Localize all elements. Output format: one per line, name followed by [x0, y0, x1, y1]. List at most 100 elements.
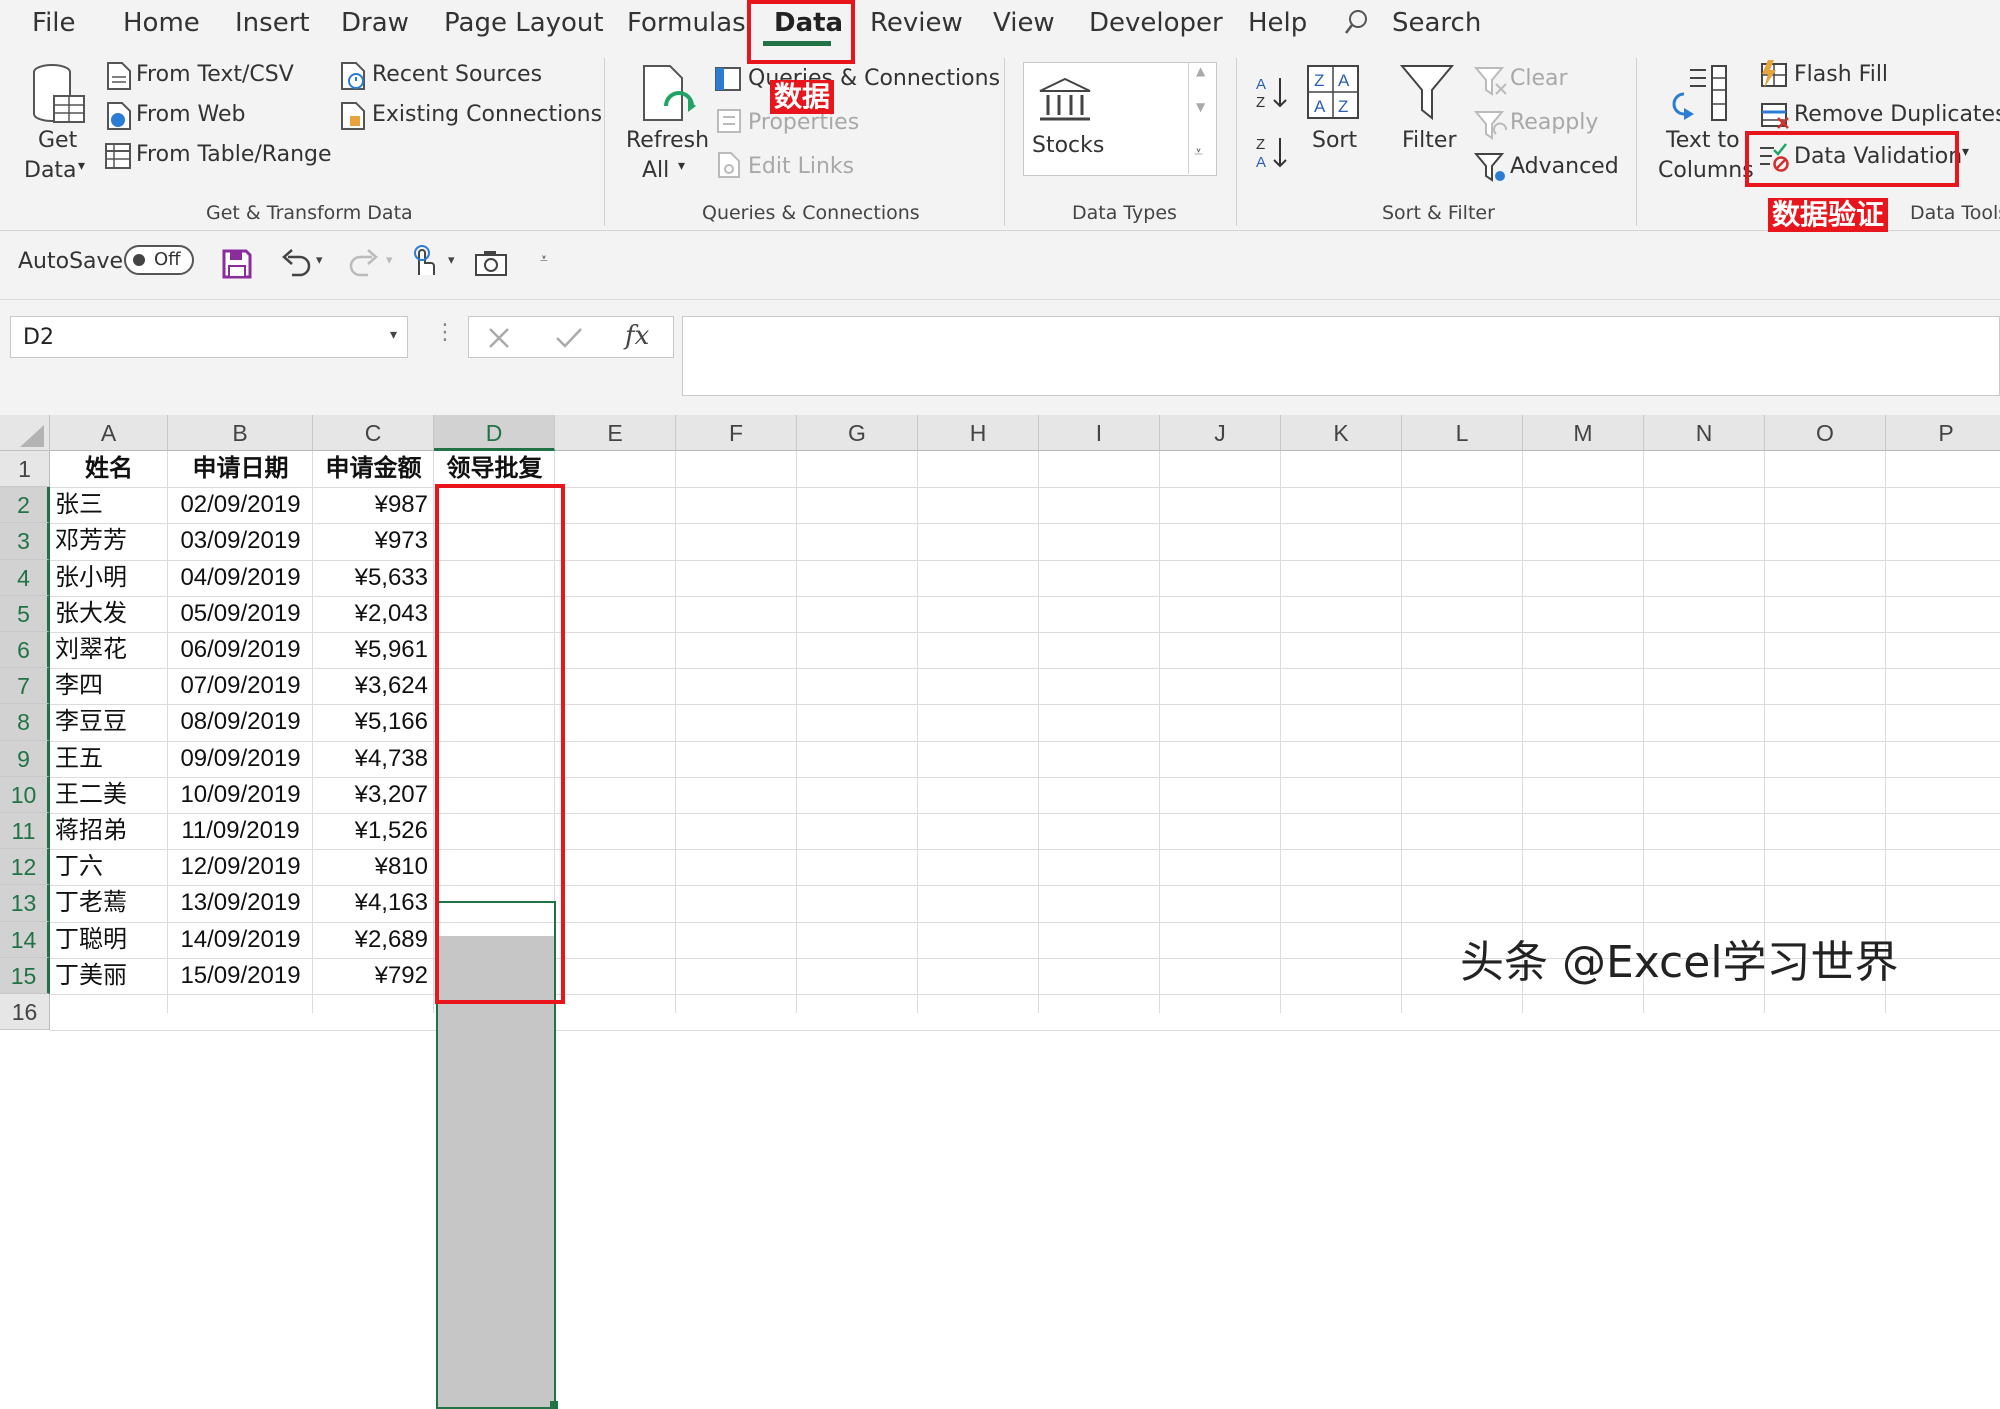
autosave-toggle[interactable]: Off — [124, 245, 194, 275]
date-cell[interactable]: 08/09/2019 — [168, 704, 313, 740]
date-cell[interactable]: 03/09/2019 — [168, 523, 313, 559]
get-data-label-1[interactable]: Get — [38, 128, 77, 153]
worksheet-grid[interactable]: ABCDEFGHIJKLMNOP 1 2 3 4 5 6 7 8 9 10 11 12 13 14 15 16… — [0, 415, 2000, 1409]
column-header-i[interactable]: I — [1039, 415, 1160, 451]
tab-formulas[interactable]: Formulas — [627, 8, 746, 38]
search-icon[interactable] — [1345, 8, 1369, 38]
text-to-columns-label-1[interactable]: Text to — [1666, 128, 1740, 153]
column-header-k[interactable]: K — [1281, 415, 1402, 451]
column-header-e[interactable]: E — [555, 415, 676, 451]
touch-dropdown-icon[interactable]: ▾ — [448, 253, 455, 268]
data-validation-dropdown-icon[interactable]: ▾ — [1962, 144, 1969, 160]
undo-dropdown-icon[interactable]: ▾ — [316, 253, 323, 268]
tab-file[interactable]: File — [32, 8, 76, 38]
amount-cell[interactable]: ¥1,526 — [313, 813, 434, 849]
name-cell[interactable]: 丁美丽 — [50, 958, 168, 994]
row-header-5[interactable]: 5 — [0, 595, 50, 632]
tab-home[interactable]: Home — [123, 8, 200, 38]
name-cell[interactable]: 蒋招弟 — [50, 813, 168, 849]
reapply-button[interactable]: Reapply — [1510, 110, 1598, 135]
row-header-4[interactable]: 4 — [0, 559, 50, 596]
scroll-up-icon[interactable]: ▲ — [1196, 64, 1205, 78]
refresh-all-dropdown-icon[interactable]: ▾ — [678, 158, 685, 174]
date-cell[interactable]: 02/09/2019 — [168, 487, 313, 523]
date-cell[interactable]: 05/09/2019 — [168, 596, 313, 632]
date-cell[interactable]: 14/09/2019 — [168, 922, 313, 958]
amount-cell[interactable]: ¥5,961 — [313, 632, 434, 668]
row-header-2[interactable]: 2 — [0, 487, 50, 524]
name-cell[interactable]: 李四 — [50, 668, 168, 704]
header-cell[interactable]: 姓名 — [50, 451, 168, 487]
refresh-all-label-1[interactable]: Refresh — [626, 128, 709, 153]
column-header-b[interactable]: B — [168, 415, 313, 451]
from-text-csv-button[interactable]: From Text/CSV — [136, 62, 294, 87]
row-header-6[interactable]: 6 — [0, 632, 50, 669]
column-header-n[interactable]: N — [1644, 415, 1765, 451]
customize-qat-icon[interactable]: ⩡ — [540, 251, 548, 267]
row-header-9[interactable]: 9 — [0, 740, 50, 777]
name-cell[interactable]: 李豆豆 — [50, 704, 168, 740]
date-cell[interactable]: 11/09/2019 — [168, 813, 313, 849]
redo-icon[interactable] — [348, 247, 382, 279]
name-cell[interactable]: 邓芳芳 — [50, 523, 168, 559]
text-to-columns-label-2[interactable]: Columns — [1658, 158, 1754, 183]
sort-az-icon[interactable]: A Z — [1254, 74, 1290, 110]
name-box[interactable]: D2 ▾ — [10, 316, 408, 358]
stocks-button[interactable]: Stocks — [1032, 133, 1104, 158]
camera-icon[interactable] — [474, 249, 508, 277]
select-all-corner[interactable] — [0, 415, 50, 451]
refresh-all-label-2[interactable]: All — [642, 158, 669, 183]
name-cell[interactable]: 丁老蔫 — [50, 885, 168, 921]
name-cell[interactable]: 张三 — [50, 487, 168, 523]
column-header-o[interactable]: O — [1765, 415, 1886, 451]
undo-icon[interactable] — [278, 247, 312, 279]
tab-draw[interactable]: Draw — [341, 8, 409, 38]
row-header-7[interactable]: 7 — [0, 668, 50, 705]
tab-view[interactable]: View — [993, 8, 1055, 38]
column-header-j[interactable]: J — [1160, 415, 1281, 451]
fill-handle[interactable] — [550, 1401, 558, 1409]
enter-formula-icon[interactable] — [555, 326, 583, 350]
column-header-f[interactable]: F — [676, 415, 797, 451]
header-cell[interactable]: 领导批复 — [434, 451, 555, 487]
name-cell[interactable]: 丁六 — [50, 849, 168, 885]
amount-cell[interactable]: ¥4,163 — [313, 885, 434, 921]
amount-cell[interactable]: ¥3,207 — [313, 777, 434, 813]
row-header-14[interactable]: 14 — [0, 921, 50, 958]
column-header-a[interactable]: A — [50, 415, 168, 451]
formula-bar-grip-icon[interactable]: ⋮ — [434, 320, 456, 345]
tab-insert[interactable]: Insert — [235, 8, 310, 38]
amount-cell[interactable]: ¥2,043 — [313, 596, 434, 632]
save-icon[interactable] — [222, 249, 252, 279]
row-header-12[interactable]: 12 — [0, 849, 50, 886]
advanced-button[interactable]: Advanced — [1510, 154, 1619, 179]
edit-links-button[interactable]: Edit Links — [748, 154, 854, 179]
date-cell[interactable]: 04/09/2019 — [168, 560, 313, 596]
date-cell[interactable]: 07/09/2019 — [168, 668, 313, 704]
date-cell[interactable]: 15/09/2019 — [168, 958, 313, 994]
name-cell[interactable]: 张大发 — [50, 596, 168, 632]
amount-cell[interactable]: ¥810 — [313, 849, 434, 885]
amount-cell[interactable]: ¥3,624 — [313, 668, 434, 704]
from-web-button[interactable]: From Web — [136, 102, 245, 127]
insert-function-icon[interactable]: fx — [625, 321, 649, 351]
get-data-dropdown-icon[interactable]: ▾ — [78, 158, 85, 174]
row-header-8[interactable]: 8 — [0, 704, 50, 741]
get-data-label-2[interactable]: Data — [24, 158, 77, 183]
row-header-11[interactable]: 11 — [0, 813, 50, 850]
sort-button[interactable]: Sort — [1312, 128, 1357, 153]
search-box[interactable]: Search — [1392, 8, 1481, 38]
gallery-expand-icon[interactable]: ⩡ — [1194, 142, 1203, 162]
row-header-10[interactable]: 10 — [0, 776, 50, 813]
amount-cell[interactable]: ¥5,166 — [313, 704, 434, 740]
column-header-p[interactable]: P — [1886, 415, 2000, 451]
from-table-range-button[interactable]: From Table/Range — [136, 142, 332, 167]
column-header-d[interactable]: D — [434, 415, 555, 451]
row-header-15[interactable]: 15 — [0, 957, 50, 994]
sort-za-icon[interactable]: Z A — [1254, 134, 1290, 170]
filter-button[interactable]: Filter — [1402, 128, 1456, 153]
column-header-c[interactable]: C — [313, 415, 434, 451]
name-cell[interactable]: 刘翠花 — [50, 632, 168, 668]
scroll-down-icon[interactable]: ▼ — [1196, 100, 1205, 114]
row-header-1[interactable]: 1 — [0, 451, 50, 488]
